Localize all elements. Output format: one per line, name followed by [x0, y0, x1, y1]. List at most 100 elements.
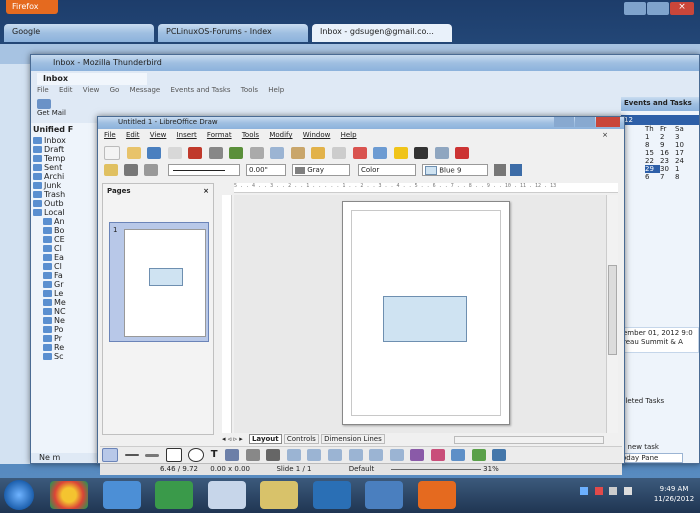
calendar-day[interactable]: 23 [660, 157, 675, 165]
calendar-day[interactable]: 17 [675, 149, 690, 157]
firefox-taskbar-icon[interactable] [417, 481, 456, 509]
arrow-tool-icon[interactable] [145, 453, 160, 457]
extrusion-icon[interactable] [492, 449, 507, 461]
calendar-day[interactable]: 8 [645, 141, 660, 149]
horizontal-scrollbar[interactable] [454, 436, 604, 444]
tb-menu-events[interactable]: Events and Tasks [170, 86, 230, 94]
draw-doc-close-icon[interactable]: × [602, 131, 608, 139]
calendar-day[interactable]: 1 [675, 165, 690, 173]
calendar-day[interactable]: 2 [660, 133, 675, 141]
tb-menu-view[interactable]: View [83, 86, 100, 94]
text-tool-icon[interactable]: T [211, 449, 219, 461]
line-style-select[interactable] [168, 164, 240, 176]
curve-tool-icon[interactable] [225, 449, 240, 461]
block-arrows-icon[interactable] [328, 449, 343, 461]
help-icon[interactable] [455, 147, 470, 159]
bitmap-icon[interactable] [510, 164, 522, 176]
calculator-taskbar-icon[interactable] [260, 481, 299, 509]
tb-menu-tools[interactable]: Tools [241, 86, 258, 94]
draw-menu-help[interactable]: Help [341, 131, 357, 139]
calendar-day[interactable]: 1 [645, 133, 660, 141]
layer-tab-layout[interactable]: Layout [248, 434, 282, 444]
draw-functions-icon[interactable] [414, 147, 429, 159]
email-icon[interactable] [167, 147, 182, 159]
open-icon[interactable] [126, 147, 141, 159]
draw-minimize-button[interactable] [554, 117, 574, 127]
rectangle-tool-icon[interactable] [165, 448, 182, 462]
draw-menu-insert[interactable]: Insert [177, 131, 197, 139]
calendar-day[interactable]: 8 [675, 173, 690, 181]
line-tool-icon[interactable] [124, 454, 139, 456]
lines-arrows-icon[interactable] [266, 449, 281, 461]
completed-tasks-label[interactable]: pleted Tasks [621, 397, 699, 409]
calendar-day[interactable]: 30 [660, 165, 675, 173]
maximize-button[interactable] [647, 2, 669, 15]
draw-menu-file[interactable]: File [104, 131, 116, 139]
line-width-input[interactable]: 0.00" [246, 164, 286, 176]
tray-icon[interactable] [594, 486, 603, 495]
tb-menu-file[interactable]: File [37, 86, 49, 94]
calendar-day[interactable]: 22 [645, 157, 660, 165]
new-icon[interactable] [104, 146, 120, 160]
vertical-scrollbar[interactable] [606, 195, 618, 433]
glue-icon[interactable] [430, 449, 445, 461]
table-icon[interactable] [373, 147, 388, 159]
area-style-select[interactable]: Color [358, 164, 416, 176]
connector-tool-icon[interactable] [245, 449, 260, 461]
calendar-day[interactable]: 15 [645, 149, 660, 157]
calendar-day[interactable]: 10 [675, 141, 690, 149]
flowchart-icon[interactable] [348, 449, 363, 461]
shadow-icon[interactable] [494, 164, 506, 176]
vertical-scrollbar-thumb[interactable] [608, 265, 617, 355]
arrow-style-icon[interactable] [144, 164, 159, 176]
chrome-taskbar-icon[interactable] [50, 481, 88, 509]
pdf-icon[interactable] [188, 147, 203, 159]
thunderbird-inner-tab[interactable]: Inbox [37, 73, 147, 85]
spellcheck-icon[interactable] [229, 147, 244, 159]
pages-close-icon[interactable]: × [203, 187, 209, 195]
tb-menu-edit[interactable]: Edit [59, 86, 73, 94]
explorer-taskbar-icon[interactable] [102, 481, 141, 509]
styles-icon[interactable] [104, 164, 118, 176]
redo-icon[interactable] [332, 147, 347, 159]
calendar-day[interactable]: 29 [645, 165, 660, 173]
calendar-day[interactable]: 16 [660, 149, 675, 157]
firefox-app-button[interactable]: Firefox [6, 0, 58, 14]
line-icon[interactable] [124, 164, 139, 176]
zoom-icon[interactable] [434, 147, 449, 159]
tb-menu-help[interactable]: Help [268, 86, 284, 94]
layer-tab-dimension-lines[interactable]: Dimension Lines [321, 434, 385, 444]
today-pane-button[interactable]: oday Pane [621, 453, 683, 463]
calendar-day[interactable]: 24 [675, 157, 690, 165]
line-color-select[interactable]: Gray [292, 164, 350, 176]
clock[interactable]: 9:49 AM 11/26/2012 [652, 484, 696, 508]
star-icon[interactable] [393, 147, 408, 159]
points-icon[interactable] [410, 449, 425, 461]
tb-menu-go[interactable]: Go [110, 86, 120, 94]
basic-shapes-icon[interactable] [286, 449, 301, 461]
callouts-icon[interactable] [369, 449, 384, 461]
volume-icon[interactable] [623, 486, 632, 495]
chart-icon[interactable] [352, 147, 367, 159]
tab-pclinuxos-forums[interactable]: PCLinuxOS-Forums - Index [158, 24, 308, 42]
select-icon[interactable] [102, 448, 118, 462]
stars-icon[interactable] [389, 449, 404, 461]
docs-taskbar-icon[interactable] [207, 481, 246, 509]
thunderbird-taskbar-icon[interactable] [365, 481, 404, 509]
draw-menu-format[interactable]: Format [207, 131, 232, 139]
status-zoom[interactable]: 31% [483, 465, 499, 473]
drawing-canvas[interactable] [234, 195, 606, 433]
get-mail-button[interactable]: Get Mail [37, 99, 67, 119]
start-button[interactable] [4, 480, 34, 510]
page-thumbnail[interactable]: 1 [109, 222, 209, 342]
event-item[interactable]: ember 01, 2012 9:0 reau Summit & A [621, 327, 699, 353]
draw-menu-modify[interactable]: Modify [269, 131, 292, 139]
calendar-day[interactable]: 3 [675, 133, 690, 141]
calendar-day[interactable]: 9 [660, 141, 675, 149]
save-icon[interactable] [147, 147, 162, 159]
minimize-button[interactable] [624, 2, 646, 15]
draw-close-button[interactable] [596, 117, 620, 127]
draw-menu-window[interactable]: Window [303, 131, 331, 139]
draw-menu-edit[interactable]: Edit [126, 131, 140, 139]
draw-menu-tools[interactable]: Tools [242, 131, 259, 139]
